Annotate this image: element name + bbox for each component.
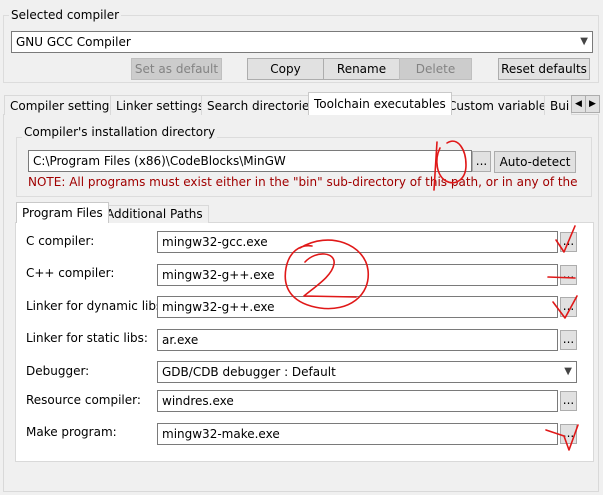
cpp-compiler-label: C++ compiler: [26,266,115,280]
auto-detect-button[interactable]: Auto-detect [494,151,576,173]
c-compiler-input[interactable]: mingw32-gcc.exe [157,231,558,253]
make-program-browse-button[interactable]: ... [560,424,577,444]
set-as-default-button[interactable]: Set as default [131,58,222,80]
reset-defaults-button[interactable]: Reset defaults [498,58,590,80]
make-program-input[interactable]: mingw32-make.exe [157,423,558,445]
debugger-select[interactable]: GDB/CDB debugger : Default ▼ [157,361,577,383]
rename-button[interactable]: Rename [323,58,400,80]
compiler-select[interactable]: GNU GCC Compiler ▼ [11,31,593,53]
selected-compiler-label: Selected compiler [9,8,122,22]
linker-static-browse-button[interactable]: ... [560,330,577,350]
tab-toolchain-executables[interactable]: Toolchain executables [308,92,452,115]
debugger-select-value: GDB/CDB debugger : Default [162,365,336,379]
delete-button[interactable]: Delete [399,58,472,80]
tab-linker-settings[interactable]: Linker settings [110,95,211,115]
install-dir-browse-button[interactable]: ... [472,151,491,172]
linker-dynamic-label: Linker for dynamic libs: [26,299,167,313]
c-compiler-browse-button[interactable]: ... [560,232,577,252]
chevron-down-icon: ▼ [580,36,588,47]
install-dir-note: NOTE: All programs must exist either in … [28,175,578,189]
resource-compiler-label: Resource compiler: [26,393,141,407]
tab-scroll-right-icon[interactable]: ▶ [585,95,600,113]
tab-build-options[interactable]: Bui [544,95,572,115]
chevron-down-icon: ▼ [564,366,572,377]
cpp-compiler-input[interactable]: mingw32-g++.exe [157,264,558,286]
debugger-label: Debugger: [26,364,90,378]
cpp-compiler-browse-button[interactable]: ... [560,265,577,285]
make-program-label: Make program: [26,425,117,439]
tab-additional-paths[interactable]: Additional Paths [100,205,209,223]
linker-dynamic-browse-button[interactable]: ... [560,297,577,317]
resource-compiler-browse-button[interactable]: ... [560,391,577,411]
linker-static-label: Linker for static libs: [26,331,148,345]
resource-compiler-input[interactable]: windres.exe [157,390,558,412]
tab-custom-variables[interactable]: Custom variables [442,95,559,115]
tab-program-files[interactable]: Program Files [16,202,109,223]
tab-compiler-settings[interactable]: Compiler settings [4,95,122,115]
copy-button[interactable]: Copy [247,58,324,80]
linker-static-input[interactable]: ar.exe [157,329,558,351]
compiler-select-value: GNU GCC Compiler [16,35,131,49]
tab-scroll-left-icon[interactable]: ◀ [571,95,586,113]
tab-search-directories[interactable]: Search directories [201,95,322,115]
linker-dynamic-input[interactable]: mingw32-g++.exe [157,296,558,318]
c-compiler-label: C compiler: [26,234,95,248]
install-dir-label: Compiler's installation directory [22,125,218,139]
install-dir-input[interactable]: C:\Program Files (x86)\CodeBlocks\MinGW [28,150,472,172]
